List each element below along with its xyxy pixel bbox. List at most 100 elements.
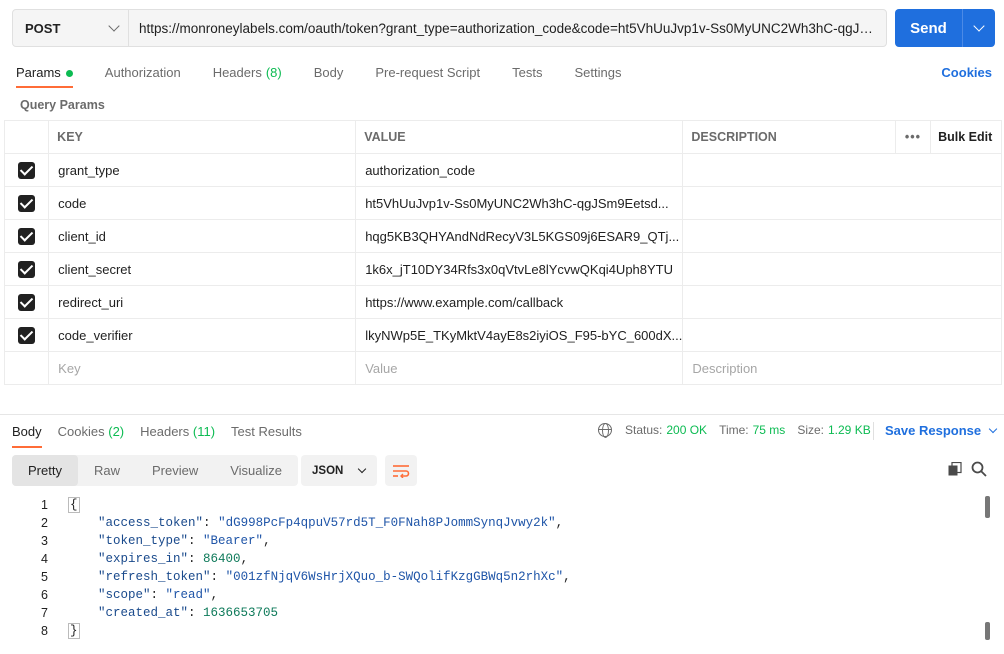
format-select[interactable]: JSON bbox=[301, 455, 377, 486]
json-comma: , bbox=[555, 516, 564, 530]
response-headers-count: (11) bbox=[192, 424, 216, 439]
value-column-header: VALUE bbox=[355, 120, 684, 154]
status-value[interactable]: 200 OK bbox=[666, 423, 707, 437]
param-value[interactable]: authorization_code bbox=[355, 153, 684, 187]
code-line: 2 "access_token": "dG998PcFp4qpuV57rd5T_… bbox=[0, 514, 992, 532]
response-tab-headers[interactable]: Headers (11) bbox=[140, 422, 215, 448]
response-tab-test-results[interactable]: Test Results bbox=[231, 422, 302, 448]
view-pretty-button[interactable]: Pretty bbox=[12, 455, 78, 486]
method-select[interactable]: POST bbox=[13, 10, 129, 46]
method-label: POST bbox=[25, 20, 61, 36]
json-key: "expires_in" bbox=[98, 552, 189, 566]
table-row: code ht5VhUuJvp1v-Ss0MyUNC2Wh3hC-qgJSm9E… bbox=[3, 186, 1002, 220]
param-value[interactable]: 1k6x_jT10DY34Rfs3x0qVtvLe8lYcvwQKqi4Uph8… bbox=[355, 252, 684, 286]
param-description[interactable] bbox=[682, 285, 1002, 319]
code-line: 1 { bbox=[0, 496, 992, 514]
time-label: Time: bbox=[719, 423, 749, 437]
param-key[interactable]: code_verifier bbox=[48, 318, 357, 352]
param-value[interactable]: https://www.example.com/callback bbox=[355, 285, 684, 319]
code-line: 6 "scope": "read", bbox=[0, 586, 992, 604]
save-response-label: Save Response bbox=[885, 423, 982, 438]
new-value-input[interactable]: Value bbox=[355, 351, 684, 385]
param-value[interactable]: hqg5KB3QHYAndNdRecyV3L5KGS09j6ESAR9_QTj.… bbox=[355, 219, 684, 253]
new-description-input[interactable]: Description bbox=[682, 351, 1002, 385]
tab-params[interactable]: Params bbox=[16, 60, 73, 88]
time-value[interactable]: 75 ms bbox=[753, 423, 786, 437]
row-checkbox[interactable] bbox=[18, 161, 36, 179]
code-line: 4 "expires_in": 86400, bbox=[0, 550, 992, 568]
new-key-input[interactable]: Key bbox=[48, 351, 357, 385]
tab-tests[interactable]: Tests bbox=[512, 60, 542, 88]
table-row: code_verifier lkyNWp5E_TKyMktV4ayE8s2iyi… bbox=[3, 318, 1002, 352]
view-preview-button[interactable]: Preview bbox=[136, 455, 214, 486]
view-raw-button[interactable]: Raw bbox=[78, 455, 136, 486]
view-mode-group: Pretty Raw Preview Visualize bbox=[12, 455, 299, 486]
param-value[interactable]: ht5VhUuJvp1v-Ss0MyUNC2Wh3hC-qgJSm9Eetsd.… bbox=[355, 186, 684, 220]
checkbox-header bbox=[3, 120, 50, 154]
param-key[interactable]: client_secret bbox=[48, 252, 357, 286]
new-param-row: Key Value Description bbox=[3, 351, 1002, 385]
line-number: 5 bbox=[41, 570, 48, 584]
param-description[interactable] bbox=[682, 186, 1002, 220]
scrollbar-thumb[interactable] bbox=[985, 496, 990, 518]
row-checkbox[interactable] bbox=[18, 260, 36, 278]
param-description[interactable] bbox=[682, 318, 1002, 352]
param-key[interactable]: code bbox=[48, 186, 357, 220]
json-key: "scope" bbox=[98, 588, 151, 602]
json-key: "refresh_token" bbox=[98, 570, 211, 584]
tab-headers[interactable]: Headers (8) bbox=[213, 60, 282, 88]
bulk-edit-button[interactable]: Bulk Edit bbox=[930, 120, 1002, 154]
param-description[interactable] bbox=[682, 219, 1002, 253]
tab-settings[interactable]: Settings bbox=[574, 60, 621, 88]
response-body-code[interactable]: 1 { 2 "access_token": "dG998PcFp4qpuV57r… bbox=[0, 496, 992, 640]
response-tabs: Body Cookies (2) Headers (11) Test Resul… bbox=[12, 422, 318, 450]
code-brace: { bbox=[68, 497, 80, 513]
scrollbar-thumb[interactable] bbox=[985, 622, 990, 640]
pane-divider[interactable] bbox=[0, 414, 1004, 415]
tab-authorization[interactable]: Authorization bbox=[105, 60, 181, 88]
size-value[interactable]: 1.29 KB bbox=[828, 423, 871, 437]
globe-icon[interactable] bbox=[598, 423, 612, 438]
param-value[interactable]: lkyNWp5E_TKyMktV4ayE8s2iyiOS_F95-bYC_600… bbox=[355, 318, 684, 352]
param-description[interactable] bbox=[682, 153, 1002, 187]
tab-body[interactable]: Body bbox=[314, 60, 344, 88]
send-options-button[interactable] bbox=[963, 9, 995, 47]
param-description[interactable] bbox=[682, 252, 1002, 286]
tab-prerequest-script[interactable]: Pre-request Script bbox=[375, 60, 480, 88]
code-line: 3 "token_type": "Bearer", bbox=[0, 532, 992, 550]
url-input[interactable]: https://monroneylabels.com/oauth/token?g… bbox=[129, 10, 886, 46]
request-tabs: Params Authorization Headers (8) Body Pr… bbox=[16, 60, 653, 90]
row-checkbox[interactable] bbox=[18, 194, 36, 212]
json-comma: , bbox=[563, 570, 571, 584]
row-checkbox[interactable] bbox=[18, 293, 36, 311]
key-column-header: KEY bbox=[48, 120, 357, 154]
more-options-icon[interactable]: ••• bbox=[894, 120, 932, 154]
json-key: "token_type" bbox=[98, 534, 189, 548]
search-icon[interactable] bbox=[971, 461, 987, 477]
json-value: 86400 bbox=[203, 552, 241, 566]
table-row: grant_type authorization_code bbox=[3, 153, 1002, 187]
response-tab-cookies[interactable]: Cookies (2) bbox=[58, 422, 124, 448]
line-number: 7 bbox=[41, 606, 48, 620]
param-key[interactable]: grant_type bbox=[48, 153, 357, 187]
param-key[interactable]: client_id bbox=[48, 219, 357, 253]
save-response-button[interactable]: Save Response bbox=[885, 423, 998, 438]
copy-icon[interactable] bbox=[948, 462, 962, 476]
send-button[interactable]: Send bbox=[895, 9, 963, 47]
params-header-row: KEY VALUE DESCRIPTION ••• Bulk Edit bbox=[3, 120, 1002, 154]
url-text: https://monroneylabels.com/oauth/token?g… bbox=[139, 20, 876, 36]
row-checkbox[interactable] bbox=[18, 227, 36, 245]
json-value: 1636653705 bbox=[203, 606, 279, 620]
response-tab-headers-label: Headers bbox=[140, 424, 190, 439]
response-tab-body[interactable]: Body bbox=[12, 422, 42, 448]
row-checkbox[interactable] bbox=[18, 326, 36, 344]
chevron-down-icon bbox=[108, 20, 120, 32]
chevron-down-icon bbox=[357, 464, 367, 473]
param-key[interactable]: redirect_uri bbox=[48, 285, 357, 319]
json-comma: , bbox=[210, 588, 219, 602]
wrap-lines-button[interactable] bbox=[385, 455, 417, 486]
cookies-link[interactable]: Cookies bbox=[941, 65, 992, 80]
json-comma: , bbox=[240, 552, 249, 566]
description-column-header: DESCRIPTION bbox=[682, 120, 896, 154]
view-visualize-button[interactable]: Visualize bbox=[214, 455, 298, 486]
